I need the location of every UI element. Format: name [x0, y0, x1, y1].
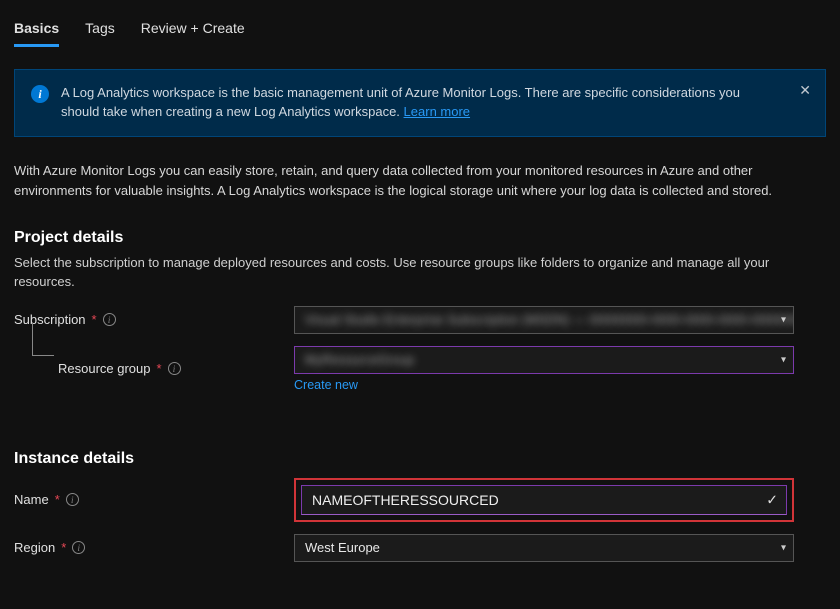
- info-icon[interactable]: i: [103, 313, 116, 326]
- required-asterisk: *: [92, 312, 97, 327]
- resource-group-select[interactable]: MyResourceGroup: [294, 346, 794, 374]
- info-icon[interactable]: i: [66, 493, 79, 506]
- page-intro: With Azure Monitor Logs you can easily s…: [14, 161, 774, 201]
- required-asterisk: *: [61, 540, 66, 555]
- create-new-link[interactable]: Create new: [294, 378, 358, 392]
- region-select[interactable]: West Europe: [294, 534, 794, 562]
- region-row: Region * i West Europe ▾: [14, 534, 826, 562]
- learn-more-link[interactable]: Learn more: [404, 104, 470, 119]
- project-details-title: Project details: [14, 229, 826, 247]
- region-value: West Europe: [305, 540, 380, 556]
- name-label: Name: [14, 492, 49, 507]
- project-details-desc: Select the subscription to manage deploy…: [14, 253, 774, 292]
- info-banner-body: A Log Analytics workspace is the basic m…: [61, 85, 740, 119]
- tab-tags[interactable]: Tags: [85, 12, 115, 46]
- name-highlight-box: NAMEOFTHERESSOURCED ✓: [294, 478, 794, 522]
- info-banner: i A Log Analytics workspace is the basic…: [14, 69, 826, 137]
- resource-group-row: Resource group * i MyResourceGroup ▾ Cre…: [14, 346, 826, 392]
- subscription-select[interactable]: Visual Studio Enterprise Subscription (M…: [294, 306, 794, 334]
- instance-details-title: Instance details: [14, 450, 826, 468]
- name-input[interactable]: NAMEOFTHERESSOURCED ✓: [301, 485, 787, 515]
- info-icon[interactable]: i: [72, 541, 85, 554]
- info-banner-text: A Log Analytics workspace is the basic m…: [61, 84, 809, 122]
- region-label: Region: [14, 540, 55, 555]
- tab-bar: Basics Tags Review + Create: [14, 12, 826, 47]
- required-asterisk: *: [55, 492, 60, 507]
- info-icon[interactable]: i: [168, 362, 181, 375]
- tree-connector: [32, 324, 54, 356]
- info-icon: i: [31, 85, 49, 103]
- name-row: Name * i NAMEOFTHERESSOURCED ✓: [14, 478, 826, 522]
- check-icon: ✓: [766, 491, 778, 508]
- subscription-row: Subscription * i Visual Studio Enterpris…: [14, 306, 826, 334]
- required-asterisk: *: [157, 361, 162, 376]
- tab-basics[interactable]: Basics: [14, 12, 59, 46]
- name-value: NAMEOFTHERESSOURCED: [312, 492, 499, 508]
- resource-group-label: Resource group: [58, 361, 151, 376]
- tab-review-create[interactable]: Review + Create: [141, 12, 245, 46]
- close-icon[interactable]: ✕: [799, 82, 811, 99]
